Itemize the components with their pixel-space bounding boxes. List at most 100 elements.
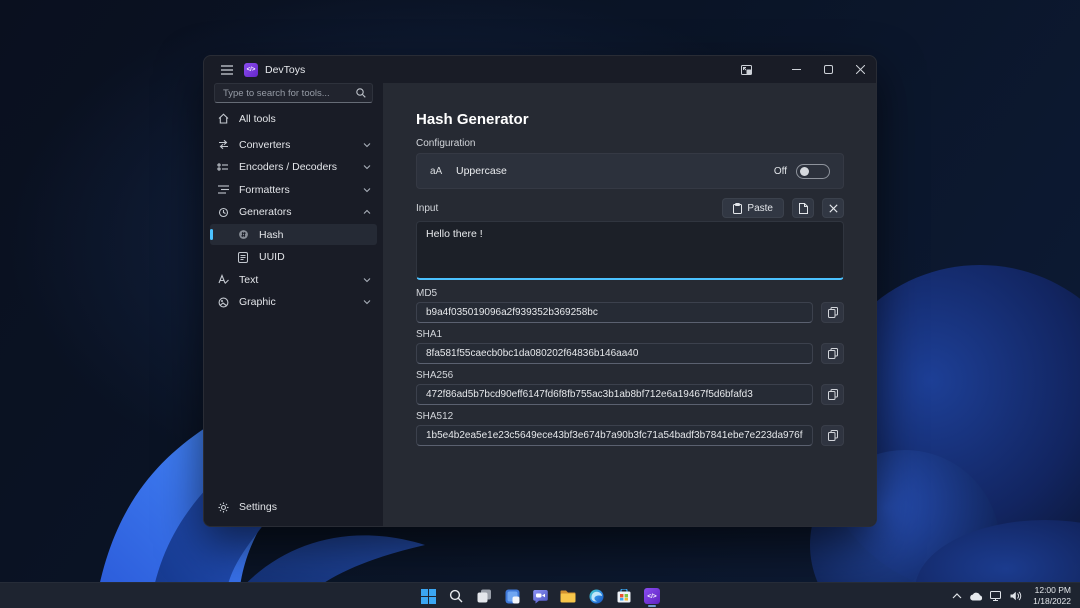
devtoys-logo-icon: </> — [244, 63, 258, 77]
file-explorer-button[interactable] — [556, 584, 580, 608]
sidebar-item-graphic[interactable]: Graphic — [210, 292, 377, 313]
devtoys-icon: </> — [644, 588, 660, 604]
chevron-down-icon — [363, 277, 371, 283]
hash-algorithm-label: MD5 — [416, 288, 844, 299]
paste-button[interactable]: Paste — [722, 198, 784, 218]
minimize-button[interactable] — [780, 56, 812, 83]
hash-result-group: SHA1 — [416, 329, 844, 364]
file-icon — [799, 203, 808, 214]
task-view-button[interactable] — [472, 584, 496, 608]
hamburger-menu-button[interactable] — [214, 56, 240, 83]
copy-sha512-button[interactable] — [821, 425, 844, 446]
copy-icon — [828, 430, 838, 441]
close-icon — [856, 65, 865, 74]
sidebar-item-label: Formatters — [239, 184, 354, 196]
hash-row — [416, 343, 844, 364]
sidebar-item-settings[interactable]: Settings — [210, 497, 377, 518]
task-view-icon — [477, 589, 492, 603]
onedrive-cloud-icon[interactable] — [969, 592, 983, 601]
chat-button[interactable] — [528, 584, 552, 608]
sha256-output-field[interactable] — [416, 384, 813, 405]
hash-row — [416, 384, 844, 405]
uppercase-toggle[interactable] — [796, 164, 830, 179]
devtoys-window: </> DevToys — [203, 55, 877, 527]
sidebar-item-hash[interactable]: Hash — [210, 224, 377, 245]
hash-icon — [236, 229, 250, 240]
sidebar-item-all-tools[interactable]: All tools — [210, 108, 377, 129]
edge-icon — [589, 589, 604, 604]
uppercase-label: Uppercase — [456, 165, 774, 177]
maximize-button[interactable] — [812, 56, 844, 83]
configuration-section-label: Configuration — [416, 138, 844, 149]
sidebar-item-label: UUID — [259, 251, 371, 263]
start-button[interactable] — [416, 584, 440, 608]
sidebar-item-converters[interactable]: Converters — [210, 134, 377, 155]
sha1-output-field[interactable] — [416, 343, 813, 364]
speaker-icon[interactable] — [1010, 591, 1022, 601]
hash-result-group: SHA256 — [416, 370, 844, 405]
file-explorer-icon — [560, 590, 576, 603]
copy-sha1-button[interactable] — [821, 343, 844, 364]
md5-output-field[interactable] — [416, 302, 813, 323]
hash-row — [416, 425, 844, 446]
search-input[interactable] — [215, 88, 375, 99]
sidebar-item-text[interactable]: Text — [210, 269, 377, 290]
desktop: </> DevToys — [0, 0, 1080, 608]
clear-input-button[interactable] — [822, 198, 844, 218]
graphic-icon — [216, 297, 230, 308]
text-icon — [216, 274, 230, 285]
sha512-output-field[interactable] — [416, 425, 813, 446]
load-file-button[interactable] — [792, 198, 814, 218]
store-button[interactable] — [612, 584, 636, 608]
generators-icon — [216, 207, 230, 218]
sidebar-item-label: Converters — [239, 139, 354, 151]
copy-sha256-button[interactable] — [821, 384, 844, 405]
home-icon — [216, 113, 230, 124]
taskbar: </> 12:00 PM 1/18/2022 — [0, 582, 1080, 608]
widgets-button[interactable] — [500, 584, 524, 608]
sidebar-item-label: Hash — [259, 229, 371, 241]
widgets-icon — [505, 589, 520, 604]
taskbar-clock[interactable]: 12:00 PM 1/18/2022 — [1029, 585, 1075, 606]
input-toolbar: Input Paste — [416, 198, 844, 218]
sidebar-item-encoders-decoders[interactable]: Encoders / Decoders — [210, 157, 377, 178]
devtoys-taskbar-button[interactable]: </> — [640, 584, 664, 608]
main-content: Hash Generator Configuration aA Uppercas… — [383, 83, 876, 526]
chevron-down-icon — [363, 142, 371, 148]
taskbar-search-button[interactable] — [444, 584, 468, 608]
sidebar-item-uuid[interactable]: UUID — [210, 247, 377, 268]
hash-row — [416, 302, 844, 323]
selection-indicator — [210, 229, 213, 240]
edge-button[interactable] — [584, 584, 608, 608]
toggle-knob — [800, 167, 809, 176]
input-label: Input — [416, 203, 722, 214]
sidebar-item-label: Text — [239, 274, 354, 286]
formatters-icon — [216, 185, 230, 194]
hash-algorithm-label: SHA1 — [416, 329, 844, 340]
uppercase-setting-card: aA Uppercase Off — [416, 153, 844, 189]
taskbar-center-icons: </> — [416, 583, 664, 608]
network-icon[interactable] — [990, 591, 1003, 601]
hamburger-icon — [221, 65, 233, 75]
search-icon[interactable] — [356, 88, 366, 98]
converters-icon — [216, 139, 230, 150]
close-button[interactable] — [844, 56, 876, 83]
sidebar-nav: All tools Converters — [204, 108, 383, 314]
chevron-up-icon[interactable] — [952, 593, 962, 599]
maximize-icon — [824, 65, 833, 74]
search-box — [214, 83, 373, 103]
microsoft-store-icon — [617, 589, 631, 603]
sidebar-item-label: Graphic — [239, 296, 354, 308]
input-textarea[interactable]: Hello there ! — [416, 221, 844, 280]
copy-icon — [828, 307, 838, 318]
teams-chat-icon — [533, 589, 548, 604]
chevron-up-icon — [363, 209, 371, 215]
compact-overlay-button[interactable] — [730, 56, 762, 83]
minimize-icon — [792, 65, 801, 74]
encoders-decoders-icon — [216, 162, 230, 172]
sidebar-item-formatters[interactable]: Formatters — [210, 179, 377, 200]
copy-md5-button[interactable] — [821, 302, 844, 323]
hash-result-group: SHA512 — [416, 411, 844, 446]
chevron-down-icon — [363, 164, 371, 170]
sidebar-item-generators[interactable]: Generators — [210, 202, 377, 223]
